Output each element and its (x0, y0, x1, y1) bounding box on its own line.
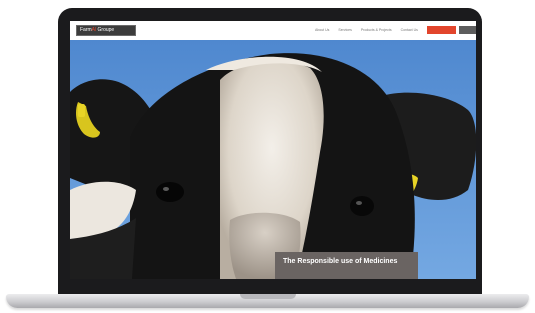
site-header: FarmAl Groupe About Us Services Products… (70, 21, 476, 41)
nav-item-contact[interactable]: Contact Us (401, 28, 418, 33)
hero-caption[interactable]: The Responsible use of Medicines (275, 252, 418, 279)
nav-secondary-button[interactable] (459, 26, 476, 34)
logo-text-accent: Al (91, 27, 97, 33)
laptop-base (6, 294, 529, 308)
website-screen: FarmAl Groupe About Us Services Products… (70, 21, 476, 279)
logo-text-tail: Groupe (97, 27, 115, 33)
nav-item-about[interactable]: About Us (315, 28, 329, 33)
nav-item-products-projects[interactable]: Products & Projects (361, 28, 392, 33)
hero-banner: The Responsible use of Medicines (70, 40, 476, 279)
hero-cow-image (70, 40, 476, 279)
main-nav: About Us Services Products & Projects Co… (315, 28, 418, 33)
logo-text-main: Farm (80, 27, 92, 33)
nav-cta-button[interactable] (427, 26, 456, 34)
laptop-base-notch (240, 294, 296, 299)
nav-item-services[interactable]: Services (338, 28, 351, 33)
site-logo[interactable]: FarmAl Groupe (76, 25, 136, 36)
